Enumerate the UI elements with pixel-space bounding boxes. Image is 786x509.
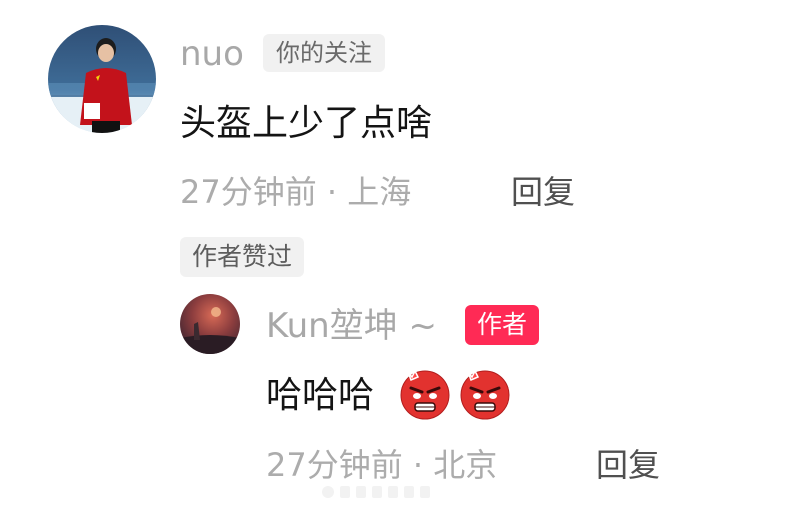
angry-face-icon bbox=[460, 369, 510, 420]
commenter-username[interactable]: nuo bbox=[180, 37, 244, 71]
replier-username[interactable]: Kun堃坤 ~ bbox=[266, 309, 437, 343]
reply-time-location: 27分钟前 · 北京 bbox=[266, 446, 498, 484]
comment-reply-button[interactable]: 回复 bbox=[511, 176, 575, 208]
comment-text: 头盔上少了点啥 bbox=[180, 103, 433, 144]
comment-time-location: 27分钟前 · 上海 bbox=[180, 173, 412, 211]
commenter-avatar[interactable] bbox=[48, 25, 156, 133]
author-liked-badge: 作者赞过 bbox=[180, 237, 305, 277]
angry-face-icon bbox=[400, 369, 450, 420]
reply-reply-button[interactable]: 回复 bbox=[596, 449, 660, 481]
following-badge: 你的关注 bbox=[263, 34, 385, 72]
replier-avatar[interactable] bbox=[180, 294, 240, 354]
watermark-logo bbox=[322, 486, 430, 498]
author-badge: 作者 bbox=[465, 305, 540, 345]
reply-text: 哈哈哈 bbox=[266, 375, 375, 416]
